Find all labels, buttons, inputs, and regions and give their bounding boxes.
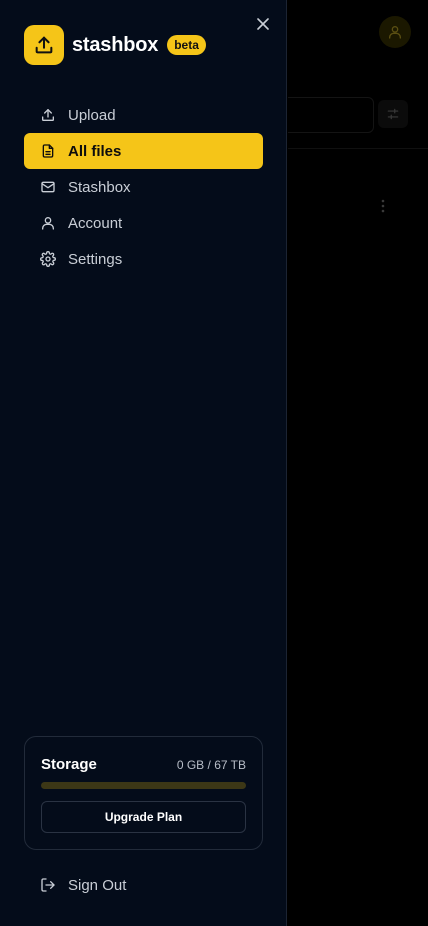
divider [288, 148, 428, 149]
mail-icon [40, 179, 56, 195]
storage-amount: 0 GB / 67 TB [176, 758, 246, 772]
sidebar-item-label: Settings [68, 250, 123, 268]
sidebar-item-stashbox[interactable]: Stashbox [24, 169, 263, 205]
sliders-icon [387, 108, 399, 120]
kebab-icon [381, 199, 385, 213]
sidebar-item-upload[interactable]: Upload [24, 97, 263, 133]
brand-name: stashbox [72, 33, 159, 56]
gear-icon [40, 251, 56, 267]
upgrade-plan-button[interactable]: Upgrade Plan [41, 801, 246, 833]
close-icon [257, 18, 269, 30]
upload-icon [35, 36, 53, 54]
search-input[interactable] [288, 97, 374, 133]
storage-progress-bar [41, 782, 246, 789]
sidebar-item-label: Stashbox [68, 178, 131, 196]
avatar[interactable] [379, 16, 411, 48]
sign-out-icon [40, 877, 56, 893]
sidebar-item-settings[interactable]: Settings [24, 241, 263, 277]
sidebar-item-account[interactable]: Account [24, 205, 263, 241]
brand-logo [24, 25, 64, 65]
sidebar-item-label: All files [68, 142, 122, 160]
sidebar-item-all-files[interactable]: All files [24, 133, 263, 169]
close-drawer-button[interactable] [253, 14, 273, 34]
navigation-drawer: stashbox beta Upload All files Stashbox … [0, 0, 287, 926]
beta-badge: beta [167, 35, 206, 55]
brand[interactable]: stashbox beta [24, 25, 206, 65]
file-icon [40, 143, 56, 159]
sidebar-item-label: Upload [68, 106, 116, 124]
upload-icon [40, 107, 56, 123]
storage-title: Storage [41, 756, 97, 773]
filter-button[interactable] [378, 100, 408, 128]
sidebar-item-label: Account [68, 214, 123, 232]
user-icon [389, 26, 401, 39]
sign-out-label: Sign Out [68, 876, 127, 894]
more-options-button[interactable] [377, 196, 389, 216]
sidebar-nav: Upload All files Stashbox Account Settin… [24, 97, 263, 277]
storage-card: Storage 0 GB / 67 TB Upgrade Plan [24, 736, 263, 850]
sign-out-button[interactable]: Sign Out [24, 867, 263, 903]
user-icon [40, 215, 56, 231]
